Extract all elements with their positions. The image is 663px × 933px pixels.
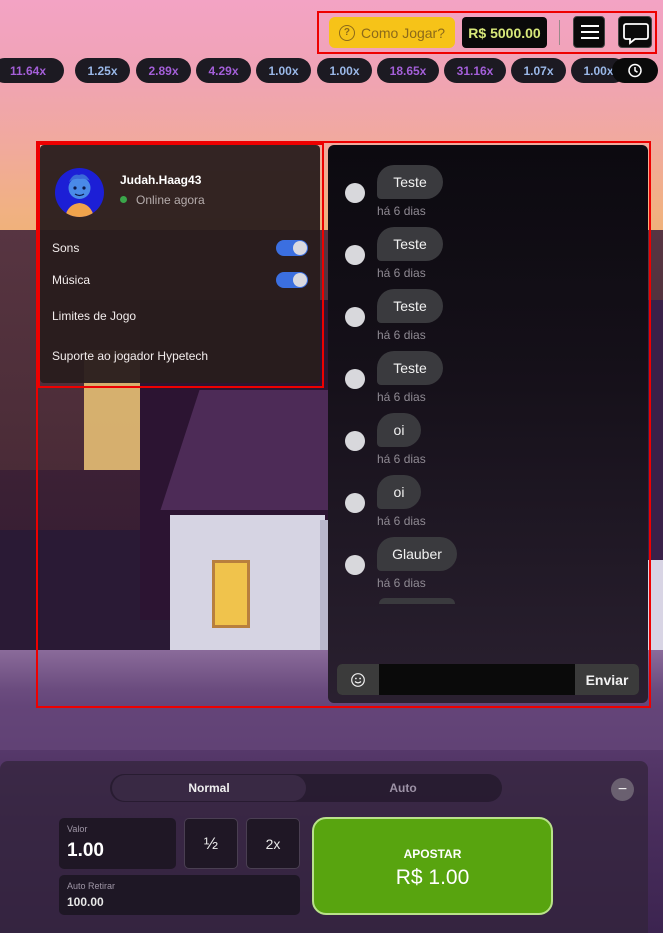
how-to-play-label: Como Jogar? bbox=[360, 24, 446, 41]
send-button[interactable]: Enviar bbox=[575, 664, 639, 695]
chat-toggle-button[interactable] bbox=[618, 16, 652, 48]
minus-icon: − bbox=[617, 780, 628, 798]
multiplier-chip: 1.00x bbox=[317, 58, 372, 83]
place-bet-button[interactable]: APOSTAR R$ 1.00 bbox=[312, 817, 553, 915]
music-toggle[interactable] bbox=[276, 272, 308, 288]
chat-user-avatar bbox=[345, 245, 365, 265]
chat-message-bubble: Teste bbox=[377, 351, 443, 385]
place-bet-amount: R$ 1.00 bbox=[395, 866, 470, 889]
chat-message-time: há 6 dias bbox=[377, 514, 426, 528]
hamburger-icon-bar bbox=[581, 31, 599, 33]
multiplier-chip: 1.25x bbox=[75, 58, 130, 83]
online-status-dot bbox=[120, 196, 127, 203]
bet-value[interactable]: 1.00 bbox=[67, 840, 104, 862]
chat-message-time: há 6 dias bbox=[377, 204, 426, 218]
chat-user-avatar bbox=[345, 431, 365, 451]
chat-user-avatar bbox=[345, 183, 365, 203]
online-status-text: Online agora bbox=[136, 193, 205, 207]
multiplier-chip: 2.89x bbox=[136, 58, 191, 83]
how-to-play-button[interactable]: ? Como Jogar? bbox=[329, 17, 455, 48]
chat-message-time: há 6 dias bbox=[377, 576, 426, 590]
emoji-button[interactable] bbox=[337, 664, 379, 695]
chat-message-bubble: oi bbox=[377, 475, 421, 509]
smiley-icon bbox=[351, 672, 365, 687]
header-divider bbox=[559, 20, 560, 45]
chat-message-time: há 6 dias bbox=[377, 390, 426, 404]
sounds-toggle[interactable] bbox=[276, 240, 308, 256]
balance-display: R$ 5000.00 bbox=[462, 17, 547, 48]
hamburger-icon-bar bbox=[581, 37, 599, 39]
place-bet-label: APOSTAR bbox=[403, 847, 462, 861]
chat-user-avatar bbox=[345, 555, 365, 575]
double-bet-button[interactable]: 2x bbox=[246, 818, 300, 869]
house-window bbox=[212, 560, 250, 628]
hamburger-icon-bar bbox=[581, 25, 599, 27]
toggle-knob bbox=[293, 241, 307, 255]
player-support-link[interactable]: Suporte ao jogador Hypetech bbox=[52, 349, 208, 363]
toggle-knob bbox=[293, 273, 307, 287]
question-icon: ? bbox=[338, 24, 355, 41]
chat-message-time: há 6 dias bbox=[377, 452, 426, 466]
auto-withdraw-label: Auto Retirar bbox=[67, 881, 116, 891]
chat-bubble-icon bbox=[623, 23, 649, 45]
tab-auto[interactable]: Auto bbox=[306, 775, 500, 801]
menu-button[interactable] bbox=[573, 16, 605, 48]
chat-panel bbox=[328, 145, 648, 703]
auto-withdraw-value[interactable]: 100.00 bbox=[67, 895, 104, 909]
history-button[interactable] bbox=[612, 58, 658, 83]
multiplier-chip: 4.29x bbox=[196, 58, 251, 83]
sounds-label: Sons bbox=[52, 241, 80, 255]
multiplier-chip: 1.07x bbox=[511, 58, 566, 83]
username: Judah.Haag43 bbox=[120, 173, 202, 187]
multiplier-chip: 18.65x bbox=[377, 58, 439, 83]
multiplier-chip: 31.16x bbox=[444, 58, 506, 83]
chat-message-bubble: Teste bbox=[377, 227, 443, 261]
chat-message-bubble: Glauber bbox=[377, 537, 457, 571]
chat-message-bubble-partial bbox=[379, 598, 455, 604]
half-bet-button[interactable]: ½ bbox=[184, 818, 238, 869]
multiplier-history: 11.64x 1.25x 2.89x 4.29x 1.00x 1.00x 18.… bbox=[0, 58, 663, 84]
chat-message-bubble: oi bbox=[377, 413, 421, 447]
chat-user-avatar bbox=[345, 369, 365, 389]
avatar-figure-icon bbox=[65, 174, 94, 217]
avatar bbox=[55, 168, 104, 217]
multiplier-chip: 11.64x bbox=[0, 58, 64, 83]
game-limits-link[interactable]: Limites de Jogo bbox=[52, 309, 136, 323]
chat-message-time: há 6 dias bbox=[377, 266, 426, 280]
remove-bet-button[interactable]: − bbox=[611, 778, 634, 801]
clock-icon bbox=[628, 63, 642, 78]
bet-value-label: Valor bbox=[67, 824, 88, 834]
chat-user-avatar bbox=[345, 307, 365, 327]
chat-user-avatar bbox=[345, 493, 365, 513]
music-label: Música bbox=[52, 273, 91, 287]
chat-message-bubble: Teste bbox=[377, 289, 443, 323]
chat-message-time: há 6 dias bbox=[377, 328, 426, 342]
multiplier-chip: 1.00x bbox=[256, 58, 311, 83]
tab-normal[interactable]: Normal bbox=[112, 775, 306, 801]
chat-message-bubble: Teste bbox=[377, 165, 443, 199]
